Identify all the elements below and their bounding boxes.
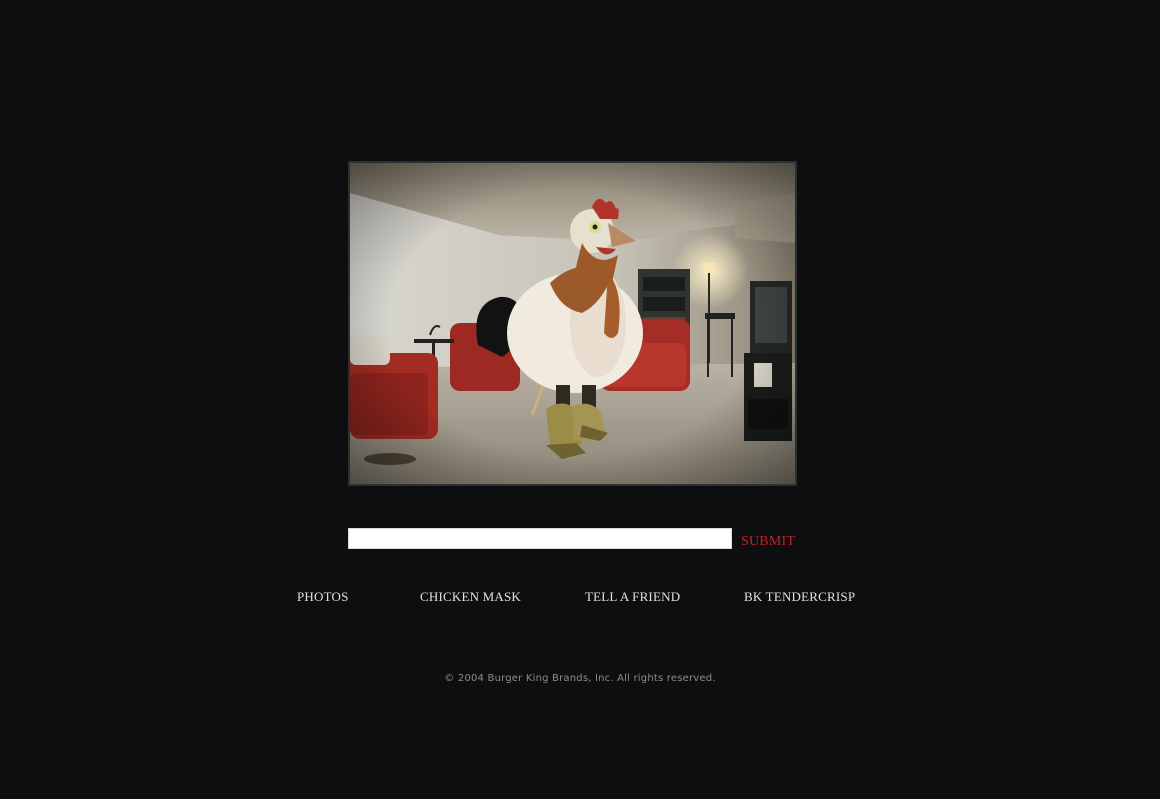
submit-button[interactable]: SUBMIT (741, 533, 795, 551)
text-input[interactable] (348, 528, 732, 549)
nav-link-chicken-mask[interactable]: CHICKEN MASK (420, 589, 521, 605)
nav-link-photos[interactable]: PHOTOS (297, 589, 349, 605)
footer-copyright: © 2004 Burger King Brands, Inc. All righ… (444, 673, 716, 684)
chicken-room-photo (350, 163, 795, 484)
nav-link-tell-a-friend[interactable]: TELL A FRIEND (585, 589, 680, 605)
photo-frame (348, 161, 797, 486)
nav-link-bk-tendercrisp[interactable]: BK TENDERCRISP (744, 589, 855, 605)
